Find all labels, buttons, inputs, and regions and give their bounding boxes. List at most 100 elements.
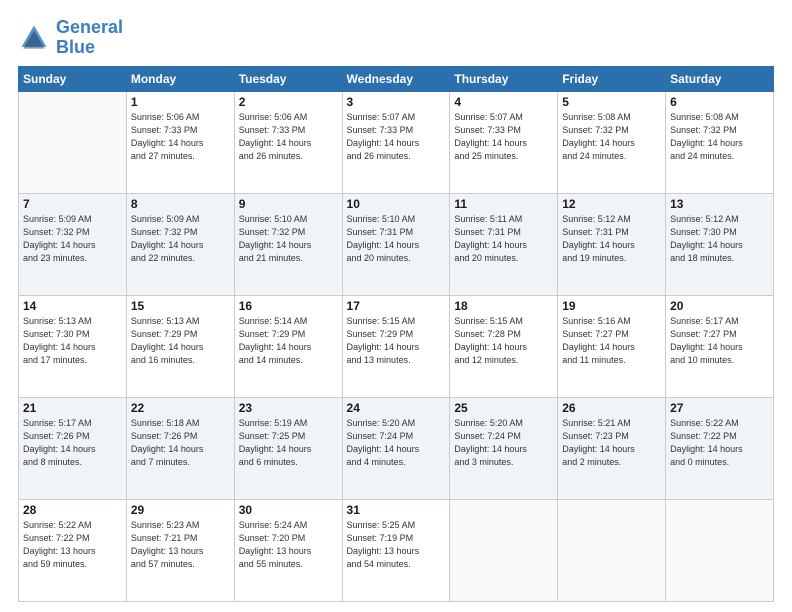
calendar-header-tuesday: Tuesday	[234, 66, 342, 91]
day-info: Sunrise: 5:21 AM Sunset: 7:23 PM Dayligh…	[562, 417, 661, 469]
day-info: Sunrise: 5:25 AM Sunset: 7:19 PM Dayligh…	[347, 519, 446, 571]
day-info: Sunrise: 5:07 AM Sunset: 7:33 PM Dayligh…	[454, 111, 553, 163]
header: General Blue	[18, 18, 774, 58]
calendar-cell: 19Sunrise: 5:16 AM Sunset: 7:27 PM Dayli…	[558, 295, 666, 397]
day-info: Sunrise: 5:09 AM Sunset: 7:32 PM Dayligh…	[131, 213, 230, 265]
day-info: Sunrise: 5:18 AM Sunset: 7:26 PM Dayligh…	[131, 417, 230, 469]
day-info: Sunrise: 5:20 AM Sunset: 7:24 PM Dayligh…	[454, 417, 553, 469]
day-info: Sunrise: 5:23 AM Sunset: 7:21 PM Dayligh…	[131, 519, 230, 571]
calendar-cell: 30Sunrise: 5:24 AM Sunset: 7:20 PM Dayli…	[234, 499, 342, 601]
day-info: Sunrise: 5:09 AM Sunset: 7:32 PM Dayligh…	[23, 213, 122, 265]
day-info: Sunrise: 5:11 AM Sunset: 7:31 PM Dayligh…	[454, 213, 553, 265]
calendar-header-friday: Friday	[558, 66, 666, 91]
day-info: Sunrise: 5:16 AM Sunset: 7:27 PM Dayligh…	[562, 315, 661, 367]
day-number: 18	[454, 299, 553, 313]
day-number: 1	[131, 95, 230, 109]
day-info: Sunrise: 5:13 AM Sunset: 7:29 PM Dayligh…	[131, 315, 230, 367]
calendar-cell: 11 Sunrise: 5:11 AM Sunset: 7:31 PM Dayli…	[450, 193, 558, 295]
day-info: Sunrise: 5:20 AM Sunset: 7:24 PM Dayligh…	[347, 417, 446, 469]
day-number: 8	[131, 197, 230, 211]
day-number: 26	[562, 401, 661, 415]
calendar-cell: 18 Sunrise: 5:15 AM Sunset: 7:28 PM Dayli…	[450, 295, 558, 397]
calendar-cell: 24Sunrise: 5:20 AM Sunset: 7:24 PM Dayli…	[342, 397, 450, 499]
page: General Blue SundayMondayTuesdayWednesda…	[0, 0, 792, 612]
calendar-cell: 17Sunrise: 5:15 AM Sunset: 7:29 PM Dayli…	[342, 295, 450, 397]
calendar-cell: 10 Sunrise: 5:10 AM Sunset: 7:31 PM Dayli…	[342, 193, 450, 295]
day-number: 2	[239, 95, 338, 109]
day-info: Sunrise: 5:12 AM Sunset: 7:30 PM Dayligh…	[670, 213, 769, 265]
calendar-cell: 9 Sunrise: 5:10 AM Sunset: 7:32 PM Daylig…	[234, 193, 342, 295]
day-info: Sunrise: 5:08 AM Sunset: 7:32 PM Dayligh…	[562, 111, 661, 163]
day-number: 11	[454, 197, 553, 211]
calendar-cell: 7 Sunrise: 5:09 AM Sunset: 7:32 PM Daylig…	[19, 193, 127, 295]
day-info: Sunrise: 5:13 AM Sunset: 7:30 PM Dayligh…	[23, 315, 122, 367]
day-info: Sunrise: 5:17 AM Sunset: 7:27 PM Dayligh…	[670, 315, 769, 367]
calendar-cell: 29Sunrise: 5:23 AM Sunset: 7:21 PM Dayli…	[126, 499, 234, 601]
calendar-cell: 15 Sunrise: 5:13 AM Sunset: 7:29 PM Dayli…	[126, 295, 234, 397]
day-number: 16	[239, 299, 338, 313]
day-number: 13	[670, 197, 769, 211]
day-number: 9	[239, 197, 338, 211]
calendar-cell: 20Sunrise: 5:17 AM Sunset: 7:27 PM Dayli…	[666, 295, 774, 397]
day-info: Sunrise: 5:06 AM Sunset: 7:33 PM Dayligh…	[239, 111, 338, 163]
calendar-cell: 25 Sunrise: 5:20 AM Sunset: 7:24 PM Dayli…	[450, 397, 558, 499]
day-number: 7	[23, 197, 122, 211]
calendar-header-thursday: Thursday	[450, 66, 558, 91]
calendar-header-monday: Monday	[126, 66, 234, 91]
calendar-cell: 27 Sunrise: 5:22 AM Sunset: 7:22 PM Dayli…	[666, 397, 774, 499]
calendar-header-saturday: Saturday	[666, 66, 774, 91]
day-number: 17	[347, 299, 446, 313]
calendar-cell: 3Sunrise: 5:07 AM Sunset: 7:33 PM Daylig…	[342, 91, 450, 193]
calendar-cell: 6Sunrise: 5:08 AM Sunset: 7:32 PM Daylig…	[666, 91, 774, 193]
calendar-cell: 31Sunrise: 5:25 AM Sunset: 7:19 PM Dayli…	[342, 499, 450, 601]
calendar-cell: 23Sunrise: 5:19 AM Sunset: 7:25 PM Dayli…	[234, 397, 342, 499]
calendar-cell	[19, 91, 127, 193]
day-info: Sunrise: 5:22 AM Sunset: 7:22 PM Dayligh…	[23, 519, 122, 571]
day-number: 14	[23, 299, 122, 313]
day-number: 28	[23, 503, 122, 517]
day-info: Sunrise: 5:06 AM Sunset: 7:33 PM Dayligh…	[131, 111, 230, 163]
calendar-week-row: 7 Sunrise: 5:09 AM Sunset: 7:32 PM Daylig…	[19, 193, 774, 295]
day-number: 21	[23, 401, 122, 415]
logo: General Blue	[18, 18, 123, 58]
calendar-cell: 8 Sunrise: 5:09 AM Sunset: 7:32 PM Daylig…	[126, 193, 234, 295]
day-info: Sunrise: 5:10 AM Sunset: 7:32 PM Dayligh…	[239, 213, 338, 265]
day-info: Sunrise: 5:12 AM Sunset: 7:31 PM Dayligh…	[562, 213, 661, 265]
calendar-cell	[450, 499, 558, 601]
logo-icon	[18, 22, 50, 54]
calendar-header-sunday: Sunday	[19, 66, 127, 91]
day-number: 30	[239, 503, 338, 517]
calendar-cell: 4 Sunrise: 5:07 AM Sunset: 7:33 PM Daylig…	[450, 91, 558, 193]
day-number: 10	[347, 197, 446, 211]
day-info: Sunrise: 5:15 AM Sunset: 7:28 PM Dayligh…	[454, 315, 553, 367]
calendar-week-row: 14 Sunrise: 5:13 AM Sunset: 7:30 PM Dayli…	[19, 295, 774, 397]
day-number: 27	[670, 401, 769, 415]
calendar-cell: 28 Sunrise: 5:22 AM Sunset: 7:22 PM Dayli…	[19, 499, 127, 601]
day-info: Sunrise: 5:17 AM Sunset: 7:26 PM Dayligh…	[23, 417, 122, 469]
day-number: 15	[131, 299, 230, 313]
calendar-cell: 13 Sunrise: 5:12 AM Sunset: 7:30 PM Dayli…	[666, 193, 774, 295]
day-number: 4	[454, 95, 553, 109]
day-info: Sunrise: 5:22 AM Sunset: 7:22 PM Dayligh…	[670, 417, 769, 469]
day-number: 25	[454, 401, 553, 415]
calendar-header-row: SundayMondayTuesdayWednesdayThursdayFrid…	[19, 66, 774, 91]
calendar-cell: 21 Sunrise: 5:17 AM Sunset: 7:26 PM Dayli…	[19, 397, 127, 499]
calendar-cell: 2 Sunrise: 5:06 AM Sunset: 7:33 PM Daylig…	[234, 91, 342, 193]
day-number: 3	[347, 95, 446, 109]
calendar-cell: 12 Sunrise: 5:12 AM Sunset: 7:31 PM Dayli…	[558, 193, 666, 295]
logo-text: General Blue	[56, 18, 123, 58]
day-info: Sunrise: 5:10 AM Sunset: 7:31 PM Dayligh…	[347, 213, 446, 265]
day-number: 23	[239, 401, 338, 415]
day-number: 22	[131, 401, 230, 415]
calendar-table: SundayMondayTuesdayWednesdayThursdayFrid…	[18, 66, 774, 602]
calendar-cell: 22 Sunrise: 5:18 AM Sunset: 7:26 PM Dayli…	[126, 397, 234, 499]
calendar-cell	[666, 499, 774, 601]
calendar-cell: 16 Sunrise: 5:14 AM Sunset: 7:29 PM Dayli…	[234, 295, 342, 397]
day-info: Sunrise: 5:08 AM Sunset: 7:32 PM Dayligh…	[670, 111, 769, 163]
calendar-cell: 5Sunrise: 5:08 AM Sunset: 7:32 PM Daylig…	[558, 91, 666, 193]
day-info: Sunrise: 5:14 AM Sunset: 7:29 PM Dayligh…	[239, 315, 338, 367]
calendar-header-wednesday: Wednesday	[342, 66, 450, 91]
day-number: 12	[562, 197, 661, 211]
calendar-cell	[558, 499, 666, 601]
calendar-cell: 1 Sunrise: 5:06 AM Sunset: 7:33 PM Daylig…	[126, 91, 234, 193]
